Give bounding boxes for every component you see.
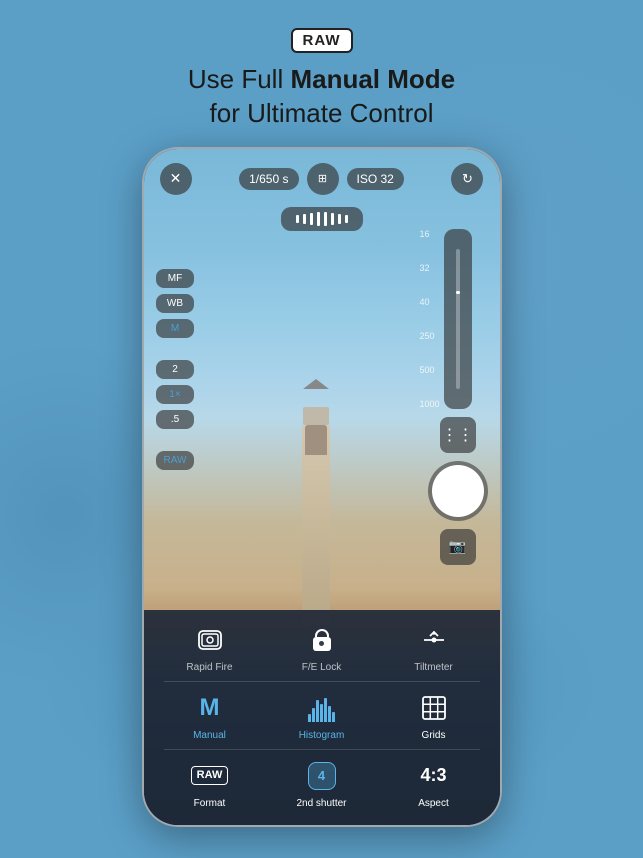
manual-label: Manual — [193, 730, 226, 741]
lighthouse — [286, 405, 346, 625]
iso-labels: 16 32 40 250 500 1000 — [419, 229, 439, 409]
hist-bar-1 — [308, 714, 311, 722]
mf-button[interactable]: MF — [156, 269, 195, 288]
hist-bar-3 — [316, 700, 319, 722]
zoom-2-button[interactable]: 2 — [156, 360, 195, 379]
histogram-item[interactable]: Histogram — [282, 690, 362, 741]
lock-hole — [319, 641, 324, 646]
hist-bar-7 — [332, 712, 335, 722]
second-shutter-icon: 4 — [304, 758, 340, 794]
rapid-fire-label: Rapid Fire — [186, 662, 232, 673]
flip-camera-button[interactable]: ↻ — [451, 163, 483, 195]
grids-icon — [416, 690, 452, 726]
level-bar-8 — [345, 215, 348, 223]
right-controls: 16 32 40 250 500 1000 ⋮⋮ 📷 — [428, 229, 488, 565]
iso-slider[interactable] — [444, 229, 472, 409]
title-line2: for Ultimate Control — [210, 98, 434, 128]
iso-val-32: 32 — [419, 263, 439, 273]
hist-bar-6 — [328, 706, 331, 722]
top-controls: ✕ 1/650 s ⊞ ISO 32 ↻ — [144, 163, 500, 195]
settings-button[interactable]: ✕ — [160, 163, 192, 195]
exposure-button[interactable]: ⊞ — [307, 163, 339, 195]
grids-item[interactable]: Grids — [394, 690, 474, 741]
level-bar-6 — [331, 213, 334, 225]
level-meter — [281, 207, 363, 231]
zoom-half-button[interactable]: .5 — [156, 410, 195, 429]
aspect-value: 4:3 — [420, 765, 446, 786]
histogram-bars — [308, 694, 335, 722]
rapid-fire-item[interactable]: Rapid Fire — [170, 622, 250, 673]
lighthouse-top — [305, 425, 327, 455]
raw-format-item[interactable]: RAW Format — [170, 758, 250, 809]
raw-format-label: Format — [194, 798, 226, 809]
iso-thumb — [456, 291, 460, 294]
shutter-speed-display[interactable]: 1/650 s — [239, 168, 298, 190]
histogram-label: Histogram — [299, 730, 345, 741]
iso-val-16: 16 — [419, 229, 439, 239]
rapid-fire-icon — [192, 622, 228, 658]
shutter2-num: 4 — [318, 768, 325, 783]
lighthouse-tower — [302, 425, 330, 625]
wb-button[interactable]: WB — [156, 294, 195, 313]
manual-icon: M — [192, 690, 228, 726]
level-bar-7 — [338, 214, 341, 224]
header-title: Use Full Manual Mode for Ultimate Contro… — [188, 63, 455, 131]
lighthouse-light-room — [303, 407, 329, 425]
iso-val-40: 40 — [419, 297, 439, 307]
tiltmeter-item[interactable]: Tiltmeter — [394, 622, 474, 673]
hist-bar-5 — [324, 698, 327, 722]
page: RAW Use Full Manual Mode for Ultimate Co… — [0, 0, 643, 858]
phone-frame: ✕ 1/650 s ⊞ ISO 32 ↻ MF WB — [142, 147, 502, 827]
raw-badge: RAW — [291, 28, 353, 53]
lighthouse-cap — [303, 379, 329, 389]
raw-tool-badge: RAW — [191, 766, 229, 785]
m-mode-button[interactable]: M — [156, 319, 195, 338]
grid-dots-button[interactable]: ⋮⋮ — [440, 417, 476, 453]
raw-format-icon: RAW — [192, 758, 228, 794]
tiltmeter-label: Tiltmeter — [414, 662, 453, 673]
raw-mode-button[interactable]: RAW — [156, 451, 195, 470]
zoom-1x-button[interactable]: 1× — [156, 385, 195, 404]
tiltmeter-icon — [416, 622, 452, 658]
fe-lock-item[interactable]: F/E Lock — [282, 622, 362, 673]
manual-item[interactable]: M Manual — [170, 690, 250, 741]
aspect-icon: 4:3 — [416, 758, 452, 794]
fe-lock-icon — [304, 622, 340, 658]
level-bar-2 — [303, 214, 306, 224]
aspect-label: Aspect — [418, 798, 449, 809]
fe-lock-label: F/E Lock — [302, 662, 341, 673]
lock-body — [313, 637, 331, 651]
iso-val-250: 250 — [419, 331, 439, 341]
hist-bar-2 — [312, 708, 315, 722]
toolbar-divider-2 — [164, 749, 480, 750]
level-bar-4 — [317, 212, 320, 226]
toolbar-divider-1 — [164, 681, 480, 682]
iso-display[interactable]: ISO 32 — [347, 168, 404, 190]
toolbar-row-2: M Manual — [154, 690, 490, 741]
iso-val-500: 500 — [419, 365, 439, 375]
iso-val-1000: 1000 — [419, 399, 439, 409]
shutter-button-outer[interactable] — [428, 461, 488, 521]
header: RAW Use Full Manual Mode for Ultimate Co… — [188, 0, 455, 131]
toolbar-row-3: RAW Format 4 2nd shutter 4:3 — [154, 758, 490, 809]
second-shutter-label: 2nd shutter — [296, 798, 346, 809]
lock-shackle — [315, 629, 329, 637]
shutter-button-inner — [432, 465, 484, 517]
small-camera-button[interactable]: 📷 — [440, 529, 476, 565]
title-bold: Manual Mode — [290, 64, 455, 94]
hist-bar-4 — [320, 704, 323, 722]
iso-track — [456, 249, 460, 389]
level-bar-3 — [310, 213, 313, 225]
grids-label: Grids — [422, 730, 446, 741]
toolbar-row-1: Rapid Fire F/E Lock — [154, 622, 490, 673]
level-bar-1 — [296, 215, 299, 223]
second-shutter-item[interactable]: 4 2nd shutter — [282, 758, 362, 809]
histogram-icon — [304, 690, 340, 726]
title-prefix: Use Full — [188, 64, 291, 94]
bottom-panel: Rapid Fire F/E Lock — [144, 610, 500, 825]
aspect-item[interactable]: 4:3 Aspect — [394, 758, 474, 809]
left-controls: MF WB M 2 1× .5 RAW — [156, 269, 195, 470]
level-bar-5 — [324, 212, 327, 226]
shutter2-badge: 4 — [308, 762, 336, 790]
